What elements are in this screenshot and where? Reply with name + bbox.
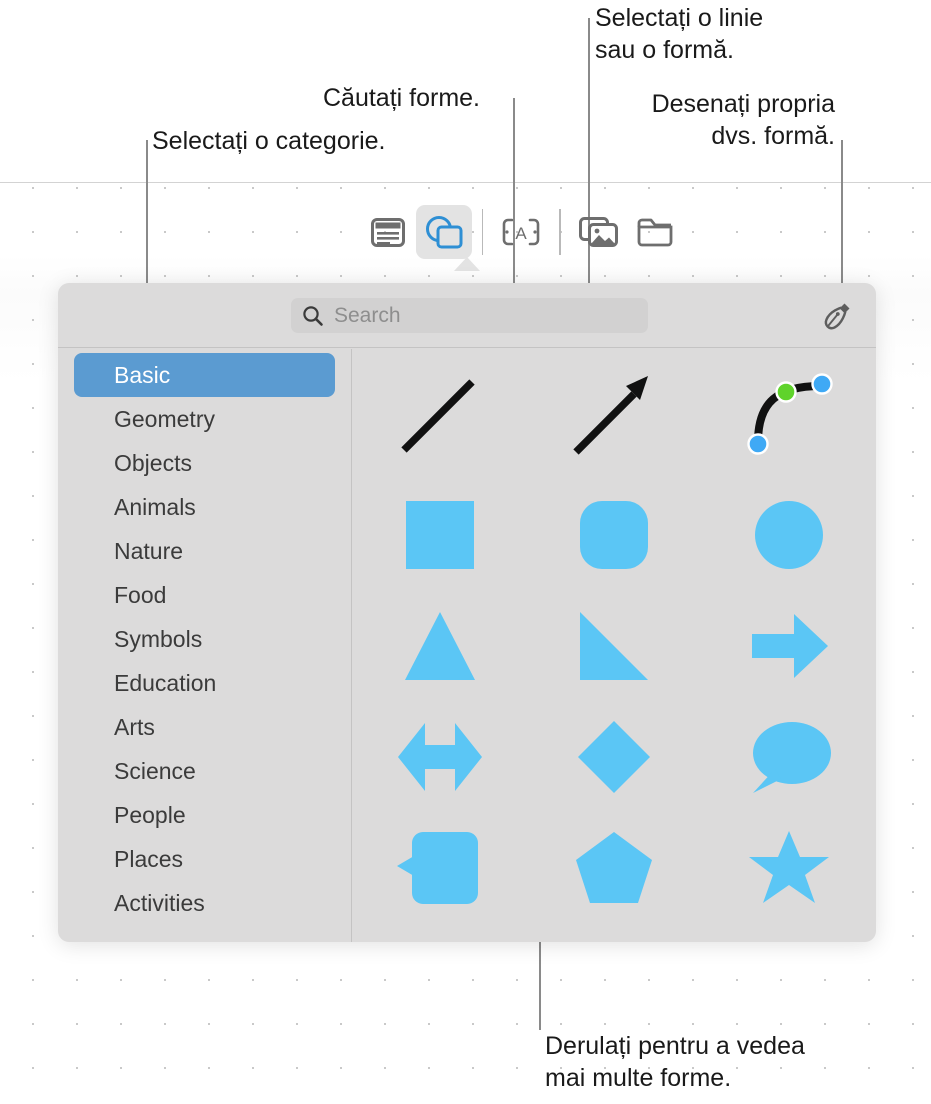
arrow-line-shape-icon — [573, 376, 649, 455]
sidebar-item-label: Activities — [114, 889, 205, 916]
shapes-row — [353, 590, 876, 701]
callout-select-line-or-shape: Selectați o linie sau o formă. — [595, 4, 764, 64]
pen-nib-icon — [824, 303, 850, 330]
search-icon — [303, 305, 323, 326]
text-box-icon — [371, 217, 405, 247]
diamond-shape-icon — [578, 720, 651, 793]
bezier-curve-shape[interactable] — [702, 366, 876, 462]
toolbar-top-divider — [0, 182, 931, 183]
sidebar-item-label: Places — [114, 845, 184, 872]
shapes-row — [353, 701, 876, 812]
triangle-shape-icon — [405, 611, 476, 680]
sidebar-item-label: Education — [114, 669, 217, 696]
category-sidebar[interactable]: Basic Geometry Objects Animals Nature Fo… — [58, 349, 352, 942]
sidebar-item-places[interactable]: Places — [74, 837, 335, 881]
arrow-line-shape[interactable] — [527, 366, 701, 462]
pentagon-shape-icon — [576, 831, 653, 903]
shapes-popover-panel: Search Basic Geometry Objects Animals Na… — [58, 283, 876, 942]
text-frame-icon: A — [503, 218, 540, 246]
circle-shape-icon — [754, 500, 823, 569]
panel-header: Search — [58, 283, 876, 348]
insert-file-button[interactable] — [627, 205, 683, 259]
right-arrow-shape-icon — [751, 613, 828, 678]
sidebar-item-animals[interactable]: Animals — [74, 485, 335, 529]
callout-search-shapes: Căutați forme. — [323, 84, 481, 112]
insert-toolbar: A — [360, 205, 683, 259]
pentagon-shape[interactable] — [527, 812, 701, 923]
insert-shape-button[interactable] — [416, 205, 472, 259]
right-triangle-shape[interactable] — [527, 590, 701, 701]
sidebar-item-science[interactable]: Science — [74, 749, 335, 793]
star-shape[interactable] — [702, 812, 876, 923]
shapes-row — [353, 812, 876, 923]
shapes-icon — [426, 216, 463, 249]
toolbar-separator-2 — [559, 209, 561, 255]
shapes-row — [353, 479, 876, 590]
insert-textbox-button[interactable]: A — [493, 205, 549, 259]
screenshot-root: Selectați o categorie. Căutați forme. Se… — [0, 0, 931, 1104]
line-shape[interactable] — [353, 366, 527, 462]
folder-icon — [637, 218, 673, 246]
search-input[interactable]: Search — [291, 298, 648, 333]
right-arrow-shape[interactable] — [702, 590, 876, 701]
square-shape-icon — [406, 500, 475, 569]
speech-bubble-shape[interactable] — [702, 701, 876, 812]
popover-arrow — [454, 257, 480, 271]
draw-shape-button[interactable] — [816, 295, 858, 337]
sidebar-item-basic[interactable]: Basic — [74, 353, 335, 397]
search-placeholder: Search — [334, 303, 401, 327]
triangle-shape[interactable] — [353, 590, 527, 701]
toolbar-separator-1 — [482, 209, 484, 255]
sidebar-item-label: Symbols — [114, 625, 203, 652]
sidebar-item-label: Objects — [114, 449, 192, 476]
insert-text-button[interactable] — [360, 205, 416, 259]
media-icon — [578, 216, 618, 247]
sidebar-item-label: Basic — [114, 361, 171, 388]
svg-text:A: A — [516, 224, 528, 243]
bezier-curve-shape-icon — [747, 373, 833, 455]
line-shape-icon — [401, 379, 475, 453]
sidebar-item-label: Animals — [114, 493, 196, 520]
callout-box-shape-icon — [397, 831, 479, 904]
callout-select-category: Selectați o categorie. — [152, 127, 386, 155]
sidebar-item-geometry[interactable]: Geometry — [74, 397, 335, 441]
sidebar-item-symbols[interactable]: Symbols — [74, 617, 335, 661]
callout-scroll-more-shapes: Derulați pentru a vedea mai multe forme. — [545, 1032, 805, 1092]
double-arrow-shape[interactable] — [353, 701, 527, 812]
square-shape[interactable] — [353, 479, 527, 590]
callout-box-shape[interactable] — [353, 812, 527, 923]
sidebar-item-label: Arts — [114, 713, 155, 740]
sidebar-item-label: People — [114, 801, 186, 828]
rounded-square-shape[interactable] — [527, 479, 701, 590]
sidebar-item-education[interactable]: Education — [74, 661, 335, 705]
sidebar-item-label: Food — [114, 581, 167, 608]
sidebar-item-label: Nature — [114, 537, 184, 564]
rounded-square-shape-icon — [580, 500, 649, 569]
callout-draw-own-shape: Desenați propria dvs. formă. — [651, 90, 835, 150]
sidebar-item-activities[interactable]: Activities — [74, 881, 335, 925]
diamond-shape[interactable] — [527, 701, 701, 812]
double-arrow-shape-icon — [398, 722, 483, 791]
sidebar-item-label: Geometry — [114, 405, 215, 432]
speech-bubble-shape-icon — [752, 721, 831, 793]
sidebar-item-people[interactable]: People — [74, 793, 335, 837]
sidebar-item-objects[interactable]: Objects — [74, 441, 335, 485]
sidebar-item-food[interactable]: Food — [74, 573, 335, 617]
shapes-row — [353, 349, 876, 479]
sidebar-item-nature[interactable]: Nature — [74, 529, 335, 573]
right-triangle-shape-icon — [580, 611, 649, 680]
star-shape-icon — [748, 830, 829, 903]
sidebar-item-arts[interactable]: Arts — [74, 705, 335, 749]
insert-media-button[interactable] — [571, 205, 627, 259]
sidebar-item-label: Science — [114, 757, 196, 784]
circle-shape[interactable] — [702, 479, 876, 590]
shapes-grid — [353, 349, 876, 942]
